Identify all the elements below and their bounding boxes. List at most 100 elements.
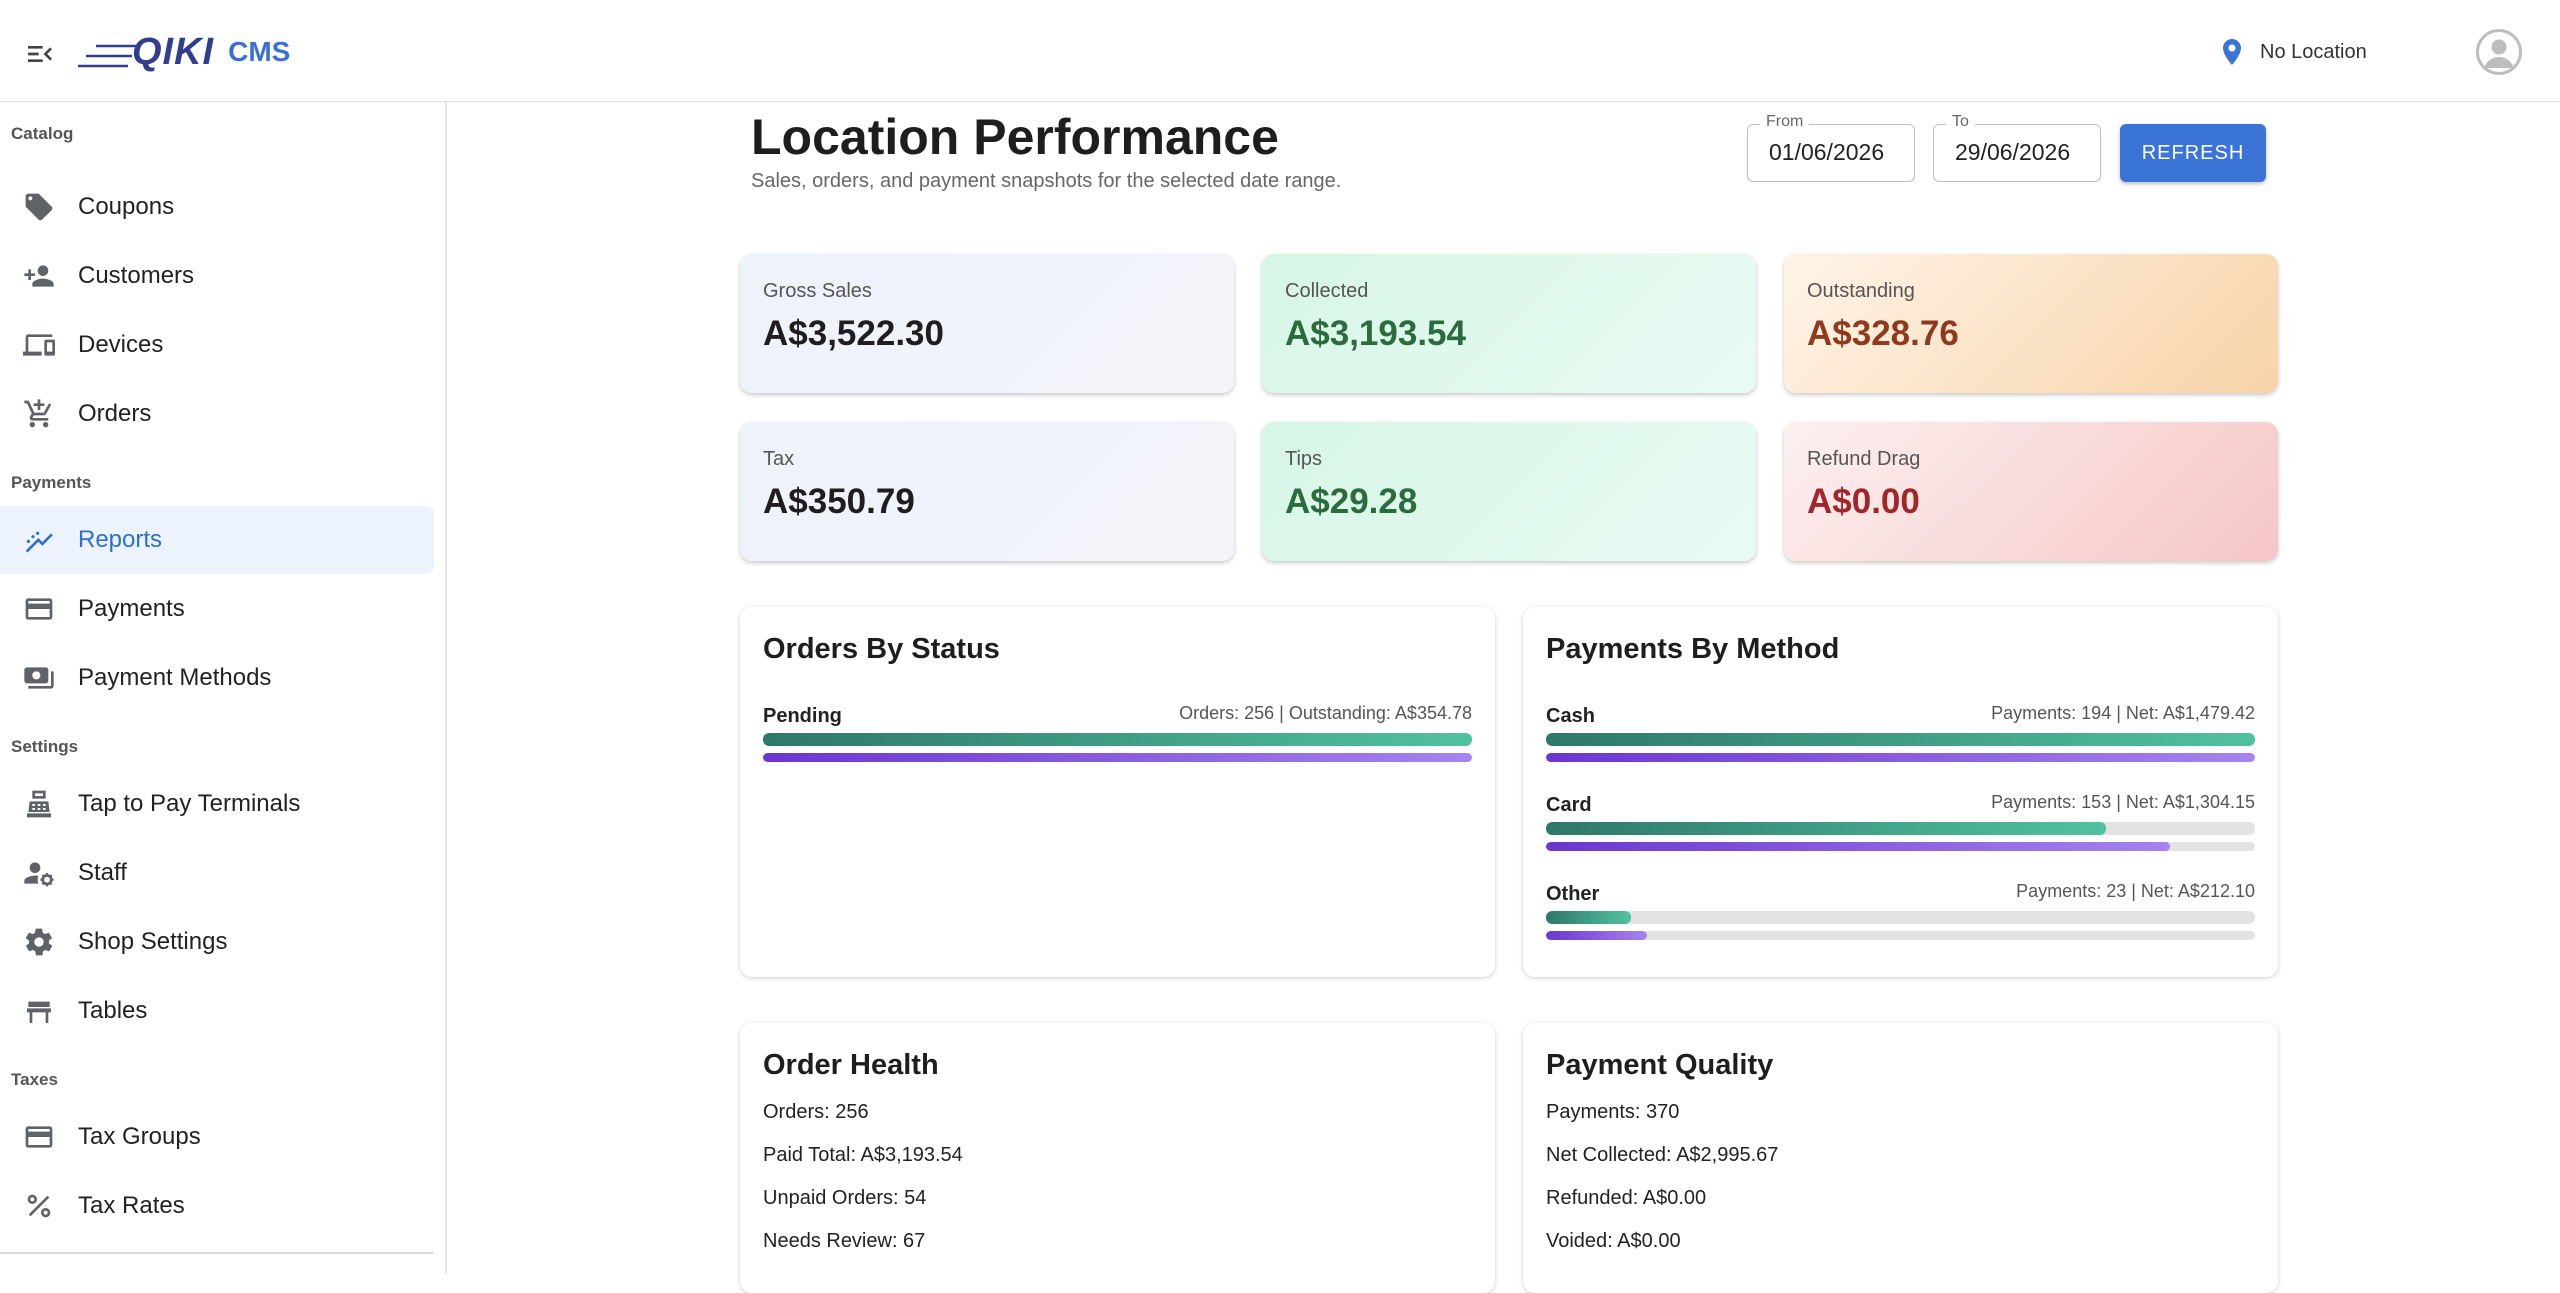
tag-icon [22, 190, 56, 224]
sidebar-item-tax-rates[interactable]: Tax Rates [0, 1172, 434, 1240]
status-row-pending: Pending Orders: 256 | Outstanding: A$354… [763, 697, 1472, 767]
bar-meta: Orders: 256 | Outstanding: A$354.78 [1179, 703, 1472, 723]
sidebar-item-coupons[interactable]: Coupons [0, 173, 434, 241]
bar-name: Card [1546, 794, 1592, 816]
main-content: Location Performance Sales, orders, and … [449, 102, 2560, 1293]
to-date-value: 29/06/2026 [1955, 139, 2071, 165]
location-pin-icon [2223, 39, 2241, 65]
stat-card-tax: Tax A$350.79 [740, 422, 1234, 561]
sidebar-item-label: Tables [78, 997, 148, 1024]
logo-cms-label: CMS [228, 36, 291, 67]
logo-speed-lines-icon [78, 44, 136, 68]
order-health-line: Paid Total: A$3,193.54 [763, 1144, 963, 1166]
payment-quality-line: Refunded: A$0.00 [1546, 1187, 1707, 1209]
stat-card-refund-drag: Refund Drag A$0.00 [1784, 422, 2278, 561]
refresh-button[interactable]: REFRESH [2120, 124, 2266, 182]
stat-card-tips: Tips A$29.28 [1262, 422, 1756, 561]
app-logo[interactable]: QIKI CMS [78, 30, 290, 74]
from-date-value: 01/06/2026 [1769, 139, 1885, 165]
top-bar: QIKI CMS No Location [0, 0, 2560, 102]
page-title: Location Performance [751, 109, 1279, 165]
method-row-other: Other Payments: 23 | Net: A$212.10 [1546, 875, 2255, 945]
sidebar-item-reports[interactable]: Reports [0, 506, 434, 574]
card-title: Orders By Status [763, 633, 1000, 665]
sidebar-item-label: Staff [78, 859, 127, 886]
bar-name: Cash [1546, 705, 1595, 727]
section-title-payments: Payments [11, 473, 92, 492]
sidebar-divider [0, 1252, 434, 1254]
to-date-label: To [1946, 113, 1975, 131]
stat-value: A$29.28 [1285, 482, 1418, 521]
stat-label: Tax [763, 448, 795, 470]
payments-icon [22, 661, 56, 695]
method-row-card: Card Payments: 153 | Net: A$1,304.15 [1546, 786, 2255, 856]
secondary-bar-fill [1546, 931, 1648, 940]
percent-icon [22, 1189, 56, 1223]
bar-meta: Payments: 153 | Net: A$1,304.15 [1991, 792, 2255, 812]
sidebar-item-label: Tap to Pay Terminals [78, 790, 301, 817]
primary-bar-fill [1546, 822, 2107, 835]
sidebar-item-label: Shop Settings [78, 928, 228, 955]
sidebar-item-shop-settings[interactable]: Shop Settings [0, 908, 434, 976]
bar-name: Other [1546, 883, 1600, 905]
stat-card-outstanding: Outstanding A$328.76 [1784, 254, 2278, 393]
trending-icon [22, 523, 56, 557]
sidebar-item-label: Reports [78, 526, 163, 553]
order-health-line: Orders: 256 [763, 1101, 869, 1123]
stat-card-collected: Collected A$3,193.54 [1262, 254, 1756, 393]
table-icon [22, 994, 56, 1028]
section-title-settings: Settings [11, 737, 79, 756]
sidebar-item-label: Tax Rates [78, 1192, 185, 1219]
primary-bar-fill [1546, 911, 1632, 924]
sidebar-item-tap-to-pay-terminals[interactable]: Tap to Pay Terminals [0, 770, 434, 838]
stat-label: Collected [1285, 280, 1369, 302]
sidebar-item-label: Customers [78, 262, 195, 289]
stat-label: Tips [1285, 448, 1323, 470]
from-date-field[interactable]: From 01/06/2026 [1747, 113, 1915, 182]
sidebar-item-customers[interactable]: Customers [0, 242, 434, 310]
secondary-bar-track [1546, 842, 2255, 851]
sidebar-item-devices[interactable]: Devices [0, 311, 434, 379]
stat-value: A$3,522.30 [763, 314, 944, 353]
sidebar-item-label: Payments [78, 595, 185, 622]
secondary-bar-fill [763, 753, 1472, 762]
order-health-card: Order Health Orders: 256 Paid Total: A$3… [740, 1023, 1495, 1293]
secondary-bar-fill [1546, 753, 2255, 762]
sidebar-item-label: Orders [78, 400, 152, 427]
logo-text: QIKI [132, 30, 215, 73]
user-avatar-icon[interactable] [2476, 29, 2522, 75]
orders-by-status-card: Orders By Status Pending Orders: 256 | O… [740, 607, 1495, 977]
sidebar-item-payments[interactable]: Payments [0, 575, 434, 643]
stat-label: Gross Sales [763, 280, 872, 302]
sidebar: Catalog Coupons Customers Devices Orders… [0, 102, 447, 1274]
sidebar-item-staff[interactable]: Staff [0, 839, 434, 907]
stat-value: A$3,193.54 [1285, 314, 1466, 353]
page-subtitle: Sales, orders, and payment snapshots for… [751, 170, 1342, 192]
secondary-bar-track [763, 753, 1472, 762]
to-date-field[interactable]: To 29/06/2026 [1933, 113, 2101, 182]
stat-value: A$0.00 [1807, 482, 1920, 521]
secondary-bar-track [1546, 753, 2255, 762]
primary-bar-track [1546, 733, 2255, 746]
section-title-catalog: Catalog [11, 124, 74, 143]
payment-quality-card: Payment Quality Payments: 370 Net Collec… [1523, 1023, 2278, 1293]
menu-collapse-icon[interactable] [24, 38, 56, 70]
gear-icon [22, 925, 56, 959]
primary-bar-track [1546, 911, 2255, 924]
sidebar-item-payment-methods[interactable]: Payment Methods [0, 644, 434, 712]
location-label: No Location [2260, 40, 2367, 63]
terminal-icon [22, 787, 56, 821]
bar-meta: Payments: 23 | Net: A$212.10 [2016, 881, 2255, 901]
order-health-line: Needs Review: 67 [763, 1230, 926, 1252]
primary-bar-fill [763, 733, 1472, 746]
location-selector[interactable]: No Location [2220, 38, 2367, 66]
stat-label: Refund Drag [1807, 448, 1921, 470]
card-title: Order Health [763, 1049, 939, 1081]
bar-name: Pending [763, 705, 842, 727]
payment-quality-line: Payments: 370 [1546, 1101, 1680, 1123]
sidebar-item-tables[interactable]: Tables [0, 977, 434, 1045]
stat-value: A$350.79 [763, 482, 915, 521]
sidebar-item-orders[interactable]: Orders [0, 380, 434, 448]
sidebar-item-tax-groups[interactable]: Tax Groups [0, 1103, 434, 1171]
secondary-bar-fill [1546, 842, 2170, 851]
